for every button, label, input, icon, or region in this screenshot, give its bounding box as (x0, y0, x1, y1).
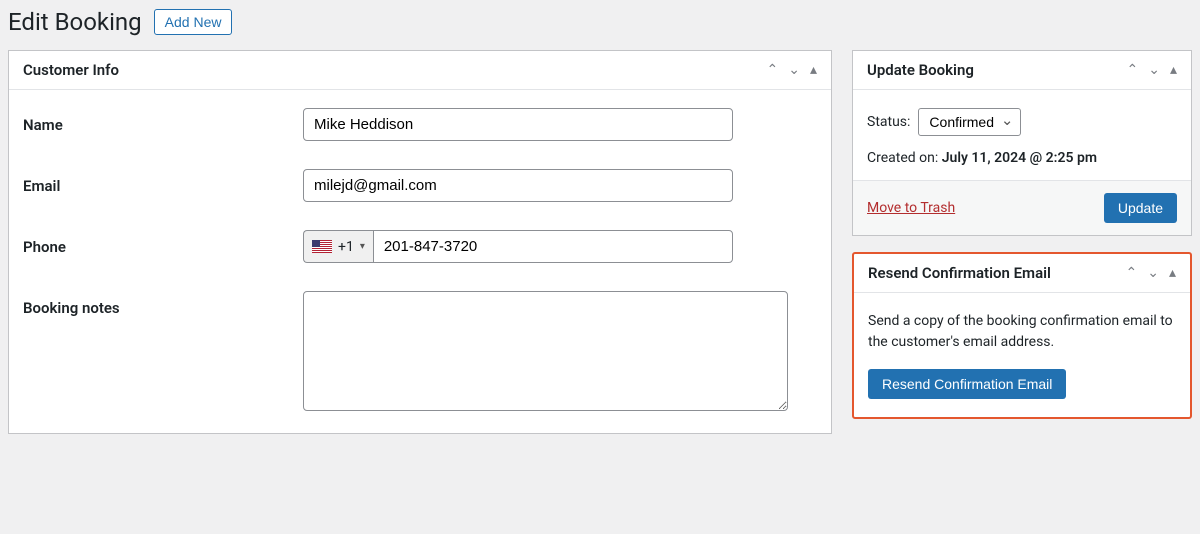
update-booking-title: Update Booking (867, 61, 974, 79)
resend-confirmation-panel: Resend Confirmation Email ⌃ ⌄ ▴ Send a c… (852, 252, 1192, 419)
customer-info-title: Customer Info (23, 61, 119, 79)
phone-input[interactable] (373, 230, 733, 263)
move-down-icon[interactable]: ⌄ (1147, 265, 1159, 281)
collapse-icon[interactable]: ▴ (1169, 265, 1176, 281)
status-label: Status: (867, 114, 910, 130)
move-down-icon[interactable]: ⌄ (1148, 62, 1160, 78)
name-input[interactable] (303, 108, 733, 141)
name-label: Name (23, 108, 303, 134)
created-on-label: Created on: (867, 150, 942, 166)
update-booking-panel: Update Booking ⌃ ⌄ ▴ Status: Confirmed (852, 50, 1192, 236)
move-up-icon[interactable]: ⌃ (767, 62, 779, 78)
move-to-trash-link[interactable]: Move to Trash (867, 200, 955, 216)
move-down-icon[interactable]: ⌄ (788, 62, 800, 78)
customer-info-panel: Customer Info ⌃ ⌄ ▴ Name Email (8, 50, 832, 434)
collapse-icon[interactable]: ▴ (1170, 62, 1177, 78)
email-label: Email (23, 169, 303, 195)
update-button[interactable]: Update (1104, 193, 1177, 223)
notes-label: Booking notes (23, 291, 303, 317)
resend-confirmation-button[interactable]: Resend Confirmation Email (868, 369, 1066, 399)
created-on-value: July 11, 2024 @ 2:25 pm (942, 150, 1097, 166)
resend-confirmation-title: Resend Confirmation Email (868, 264, 1051, 282)
move-up-icon[interactable]: ⌃ (1126, 265, 1138, 281)
status-select[interactable]: Confirmed (918, 108, 1021, 136)
page-title: Edit Booking (8, 8, 142, 36)
phone-label: Phone (23, 230, 303, 256)
add-new-button[interactable]: Add New (154, 9, 233, 35)
email-input[interactable] (303, 169, 733, 202)
resend-description: Send a copy of the booking confirmation … (868, 311, 1176, 353)
phone-country-selector[interactable]: +1 ▾ (303, 230, 373, 263)
caret-down-icon: ▾ (360, 241, 365, 252)
move-up-icon[interactable]: ⌃ (1127, 62, 1139, 78)
collapse-icon[interactable]: ▴ (810, 62, 817, 78)
phone-prefix-value: +1 (338, 239, 354, 255)
flag-us-icon (312, 240, 332, 253)
notes-textarea[interactable] (303, 291, 788, 411)
